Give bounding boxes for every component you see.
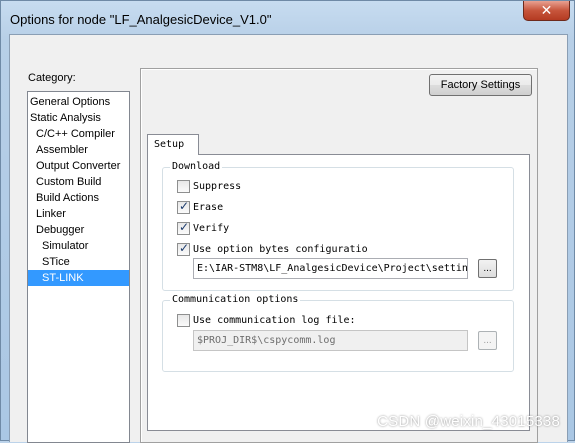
suppress-row[interactable]: Suppress	[177, 179, 241, 193]
option-bytes-path-input[interactable]: E:\IAR-STM8\LF_AnalgesicDevice\Project\s…	[193, 258, 468, 279]
category-item[interactable]: Static Analysis	[28, 110, 129, 126]
dialog-title: Options for node "LF_AnalgesicDevice_V1.…	[10, 12, 272, 27]
factory-settings-button[interactable]: Factory Settings	[429, 74, 532, 96]
option-bytes-label: Use option bytes configuratio	[193, 243, 368, 255]
close-button[interactable]: ✕	[523, 1, 570, 21]
category-item[interactable]: Assembler	[28, 142, 129, 158]
watermark-text: CSDN @weixin_43015338	[377, 413, 560, 430]
category-item[interactable]: C/C++ Compiler	[28, 126, 129, 142]
category-item[interactable]: Simulator	[28, 238, 129, 254]
category-item[interactable]: ST-LINK	[28, 270, 129, 286]
options-panel: Factory Settings Setup Download Suppress…	[140, 68, 538, 443]
dialog-client-area: Category: General Options Static Analysis…	[9, 34, 568, 443]
option-bytes-browse-button[interactable]: ...	[478, 259, 497, 278]
log-file-label: Use communication log file:	[193, 314, 356, 326]
download-group: Download Suppress ✓ Erase ✓ Verify ✓ Use…	[162, 161, 514, 291]
communication-group: Communication options Use communication …	[162, 294, 514, 372]
checkmark-icon: ✓	[179, 240, 190, 255]
log-file-row[interactable]: Use communication log file:	[177, 313, 356, 327]
erase-label: Erase	[193, 201, 224, 213]
option-bytes-checkbox[interactable]: ✓	[177, 240, 190, 256]
category-label: Category:	[28, 72, 76, 84]
log-file-checkbox[interactable]	[177, 313, 190, 327]
suppress-checkbox[interactable]	[177, 179, 190, 193]
category-item[interactable]: Debugger	[28, 222, 129, 238]
category-item[interactable]: Output Converter	[28, 158, 129, 174]
erase-checkbox[interactable]: ✓	[177, 198, 190, 214]
communication-group-title: Communication options	[170, 294, 301, 305]
setup-tab-page: Download Suppress ✓ Erase ✓ Verify ✓ Use…	[147, 154, 530, 431]
options-dialog: Options for node "LF_AnalgesicDevice_V1.…	[0, 0, 575, 443]
category-item[interactable]: Build Actions	[28, 190, 129, 206]
verify-label: Verify	[193, 222, 230, 234]
category-item[interactable]: STice	[28, 254, 129, 270]
checkmark-icon: ✓	[179, 198, 190, 213]
category-list[interactable]: General Options Static Analysis C/C++ Comp…	[27, 91, 130, 443]
verify-checkbox[interactable]: ✓	[177, 219, 190, 235]
log-file-path-input[interactable]: $PROJ_DIR$\cspycomm.log	[193, 330, 468, 351]
download-group-title: Download	[170, 161, 223, 172]
checkmark-icon: ✓	[179, 219, 190, 234]
category-item[interactable]: General Options	[28, 94, 129, 110]
option-bytes-row[interactable]: ✓ Use option bytes configuratio	[177, 240, 368, 256]
close-icon: ✕	[540, 2, 553, 18]
verify-row[interactable]: ✓ Verify	[177, 219, 230, 235]
category-item[interactable]: Linker	[28, 206, 129, 222]
suppress-label: Suppress	[193, 180, 242, 192]
erase-row[interactable]: ✓ Erase	[177, 198, 224, 214]
log-file-browse-button[interactable]: ...	[478, 331, 497, 350]
tab-setup[interactable]: Setup	[147, 134, 199, 155]
category-item[interactable]: Custom Build	[28, 174, 129, 190]
